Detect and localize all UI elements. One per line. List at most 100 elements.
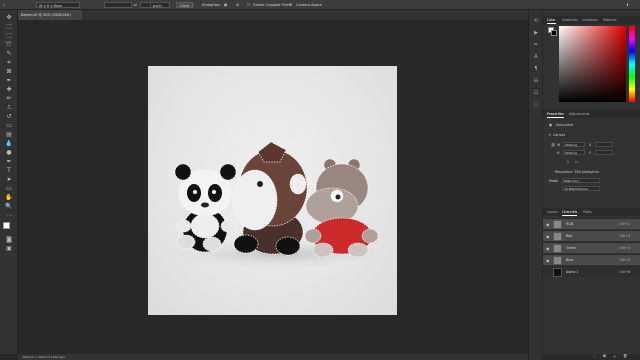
crop-ratio-select[interactable]: W x H x Reso — [36, 2, 80, 8]
screen-mode-icon[interactable]: ▣ — [4, 245, 14, 253]
document-canvas[interactable] — [148, 66, 397, 315]
info-icon[interactable]: ⓘ — [532, 102, 540, 109]
move-tool-icon[interactable]: ✥ — [4, 14, 14, 22]
y-label: Y — [589, 151, 592, 155]
history-brush-tool-icon[interactable]: ↺ — [4, 113, 14, 121]
brush-tool-icon[interactable]: ✏ — [4, 95, 14, 103]
type-tool-icon[interactable]: T — [4, 167, 14, 175]
share-icon[interactable]: ⬆ — [626, 2, 629, 8]
channel-row[interactable]: ◉ Red Ctrl+3 — [543, 230, 640, 241]
frame-tool-icon[interactable]: ⊠ — [4, 68, 14, 76]
bit-depth-select[interactable]: 16 Bits/Channel — [562, 186, 600, 191]
crop-tool-icon[interactable]: ⌗ — [3, 2, 5, 8]
color-field[interactable] — [559, 26, 626, 102]
eyedropper-tool-icon[interactable]: ✒ — [4, 77, 14, 85]
canvas-width-field[interactable]: 3000 px — [563, 142, 585, 147]
width-field[interactable] — [104, 2, 132, 8]
canvas-section-label: Canvas — [553, 133, 566, 137]
hand-tool-icon[interactable]: ✋ — [4, 194, 14, 202]
visibility-eye-icon[interactable]: ◉ — [546, 246, 550, 251]
clone-stamp-tool-icon[interactable]: ⎍ — [4, 104, 14, 112]
tab-properties[interactable]: Properties — [547, 110, 564, 118]
resolution-text: Resolution: 300 pixels/inch — [555, 170, 600, 174]
tab-swatches[interactable]: Swatches — [562, 16, 578, 24]
glyphs-icon[interactable]: ⊟ — [532, 78, 540, 85]
libraries-icon[interactable]: ☷ — [532, 90, 540, 97]
marquee-tool-icon[interactable]: ⬚ — [4, 32, 14, 40]
channel-row[interactable]: ◉ Blue Ctrl+5 — [543, 254, 640, 265]
tab-gradients[interactable]: Gradients — [582, 16, 598, 24]
channel-thumbnail — [553, 220, 562, 229]
straighten-label[interactable]: Straighten — [202, 2, 220, 8]
actions-icon[interactable]: ▶ — [532, 30, 540, 37]
canvas-x-field[interactable] — [595, 142, 613, 147]
quick-mask-icon[interactable]: ◙ — [4, 236, 14, 244]
swap-icon[interactable]: ⇄ — [134, 2, 137, 8]
document-tab[interactable]: Rajesh.tif @ 50% (RGB/16#) — [18, 10, 82, 20]
visibility-eye-icon[interactable]: ◉ — [546, 258, 550, 263]
healing-brush-tool-icon[interactable]: ✚ — [4, 86, 14, 94]
tab-channels[interactable]: Channels — [562, 208, 578, 216]
character-icon[interactable]: A — [532, 54, 540, 61]
save-selection-icon[interactable]: ◘ — [603, 354, 606, 358]
landscape-orientation-icon[interactable]: ▭ — [575, 160, 578, 164]
channel-row[interactable]: ◉ RGB Ctrl+2 — [543, 218, 640, 229]
plush-toys-photo — [168, 141, 388, 268]
canvas-section-chevron-icon[interactable]: ▾ — [549, 133, 551, 137]
history-icon[interactable]: ⟲ — [532, 18, 540, 25]
tab-paths[interactable]: Paths — [583, 208, 592, 216]
dodge-tool-icon[interactable]: ● — [4, 149, 14, 157]
new-channel-icon[interactable]: ＋ — [613, 354, 616, 359]
visibility-eye-icon[interactable]: ◉ — [546, 234, 550, 239]
right-panel-dock: Color Swatches Gradients Patterns Proper… — [543, 10, 640, 360]
grid-overlay-icon[interactable]: ▦ — [224, 2, 227, 8]
brush-settings-icon[interactable]: ✏ — [532, 42, 540, 49]
color-panel-tabs: Color Swatches Gradients Patterns — [543, 16, 640, 24]
channel-shortcut: Ctrl+6 — [619, 270, 630, 274]
channel-row[interactable]: ◉ Green Ctrl+4 — [543, 242, 640, 253]
paragraph-icon[interactable]: ¶ — [532, 66, 540, 73]
channel-name: Alpha 1 — [566, 270, 579, 274]
straighten-icon[interactable]: ⟋ — [192, 2, 194, 8]
hue-slider[interactable] — [629, 26, 635, 102]
tab-patterns[interactable]: Patterns — [603, 16, 617, 24]
content-aware-label: Content-Aware — [296, 3, 322, 7]
portrait-orientation-icon[interactable]: ▯ — [567, 160, 569, 164]
artboard-tool-icon[interactable]: ⬚ — [4, 23, 14, 31]
mode-select[interactable]: RGB Color — [562, 178, 600, 183]
eraser-tool-icon[interactable]: ▭ — [4, 122, 14, 130]
channel-shortcut: Ctrl+4 — [619, 246, 630, 250]
pen-tool-icon[interactable]: ✒ — [4, 158, 14, 166]
channel-thumbnail — [553, 244, 562, 253]
mode-label: Mode — [549, 179, 558, 183]
content-aware-checkbox[interactable]: ☐ — [289, 2, 292, 8]
settings-gear-icon[interactable]: ⚙ — [236, 2, 239, 8]
path-select-tool-icon[interactable]: ➤ — [4, 176, 14, 184]
channel-row[interactable]: Alpha 1 Ctrl+6 — [543, 266, 640, 277]
blur-tool-icon[interactable]: 💧 — [4, 140, 14, 148]
clear-button[interactable]: Clear — [176, 2, 194, 8]
canvas-y-field[interactable] — [595, 150, 613, 155]
lasso-tool-icon[interactable]: ➰ — [4, 41, 14, 49]
more-tools-icon[interactable]: ⋯ — [4, 212, 14, 220]
quick-select-tool-icon[interactable]: ✎ — [4, 50, 14, 58]
link-icon[interactable]: ⛓ — [551, 143, 555, 147]
panel-icon-strip: ⟲ ▶ ✏ A ¶ ⊟ ☷ ⓘ — [528, 10, 542, 360]
shape-tool-icon[interactable]: ▭ — [4, 185, 14, 193]
tab-color[interactable]: Color — [547, 16, 556, 24]
delete-cropped-checkbox[interactable]: ☐ — [247, 2, 250, 8]
delete-channel-icon[interactable]: 🗑 — [623, 354, 627, 358]
panel-background-swatch[interactable] — [551, 30, 557, 36]
x-label: X — [589, 143, 592, 147]
tab-adjustments[interactable]: Adjustments — [569, 110, 590, 118]
canvas-height-field[interactable]: 3000 px — [563, 150, 585, 155]
tab-layers[interactable]: Layers — [547, 208, 558, 216]
zoom-tool-icon[interactable]: 🔍 — [4, 203, 14, 211]
foreground-color-swatch[interactable] — [3, 222, 10, 229]
crop-tool-icon[interactable]: ⌗ — [4, 59, 14, 67]
gradient-tool-icon[interactable]: ▤ — [4, 131, 14, 139]
resolution-unit[interactable]: px/in — [150, 2, 170, 8]
channels-footer: ◌ ◘ ＋ 🗑 — [543, 354, 640, 360]
load-selection-icon[interactable]: ◌ — [593, 354, 596, 358]
visibility-eye-icon[interactable]: ◉ — [546, 222, 550, 227]
